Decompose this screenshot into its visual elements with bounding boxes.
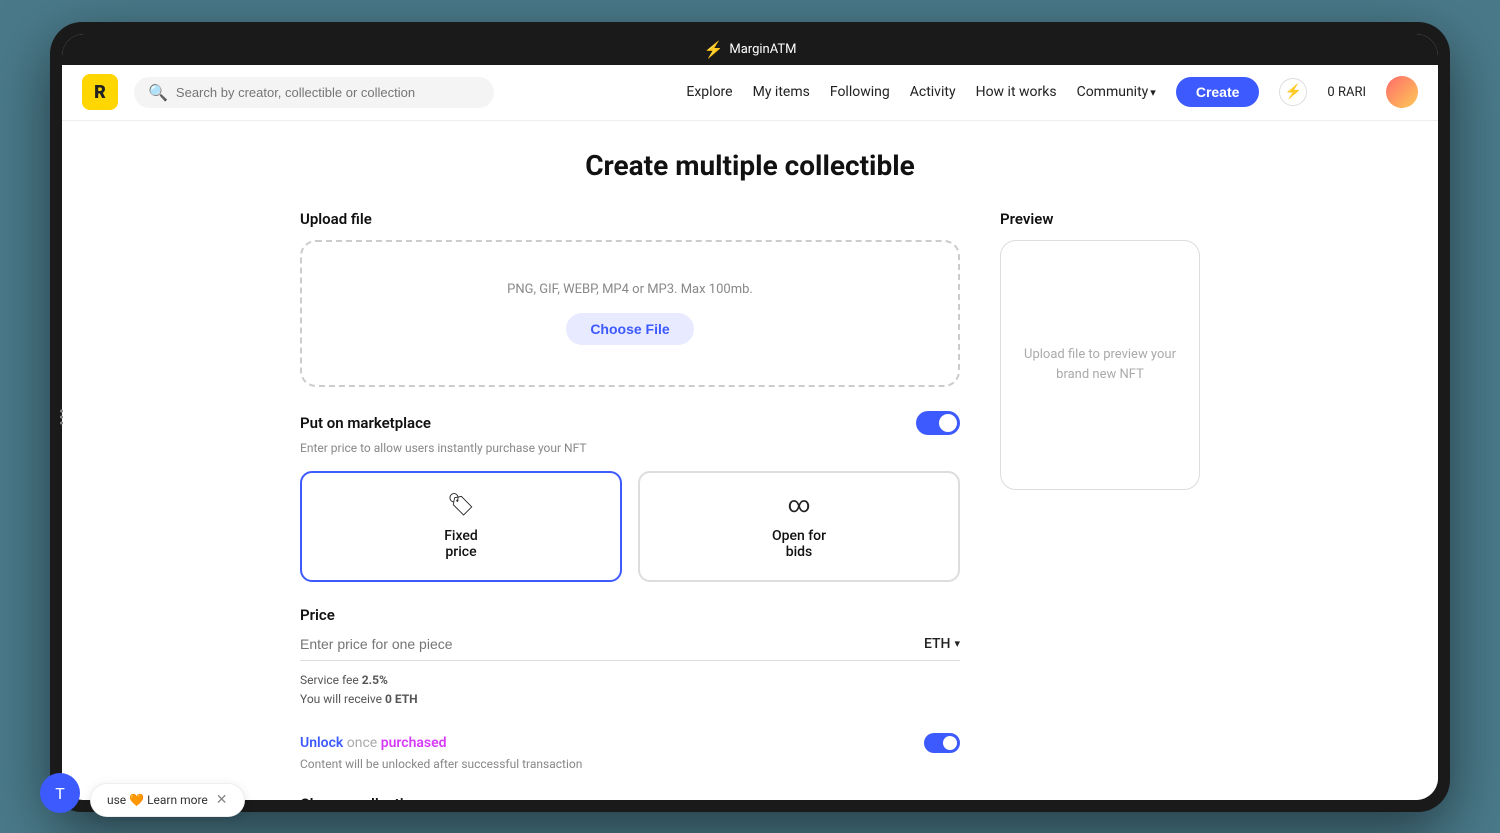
tag-icon: 🏷	[447, 493, 475, 518]
device-screen: ⚡ MarginATM R 🔍 Explore My items Followi…	[62, 34, 1438, 800]
toast-text: use 🧡 Learn more	[107, 793, 208, 807]
pricing-options: 🏷 Fixedprice ∞ Open forbids	[300, 471, 960, 582]
receive-value: 0 ETH	[385, 692, 418, 706]
topbar-logo-icon: ⚡	[703, 40, 723, 59]
nav-link-activity[interactable]: Activity	[910, 84, 956, 100]
nav-create-button[interactable]: Create	[1176, 77, 1260, 107]
open-bids-label: Open forbids	[772, 528, 826, 560]
preview-label: Preview	[1000, 210, 1200, 228]
purchased-word: purchased	[381, 735, 447, 751]
unlock-header: Unlock once purchased	[300, 733, 960, 753]
main-content: Create multiple collectible Upload file …	[62, 121, 1438, 800]
rari-balance: 0 RARI	[1327, 85, 1366, 100]
form-left: Upload file PNG, GIF, WEBP, MP4 or MP3. …	[300, 210, 960, 800]
marketplace-title: Put on marketplace	[300, 414, 431, 432]
nav-logo[interactable]: R	[82, 74, 118, 110]
toast-close-button[interactable]: ✕	[216, 792, 228, 808]
navbar: R 🔍 Explore My items Following Activity …	[62, 65, 1438, 121]
fixed-price-card[interactable]: 🏷 Fixedprice	[300, 471, 622, 582]
fixed-price-label: Fixedprice	[444, 528, 478, 560]
topbar-title: MarginATM	[729, 42, 796, 57]
preview-panel: Upload file to preview your brand new NF…	[1000, 240, 1200, 490]
form-right: Preview Upload file to preview your bran…	[1000, 210, 1200, 800]
scroll-dot-2	[60, 415, 63, 418]
bottom-toast: use 🧡 Learn more ✕	[90, 783, 245, 817]
collection-section: Choose collection + Create ERC-1155 R Ra…	[300, 795, 960, 800]
search-bar[interactable]: 🔍	[134, 77, 494, 108]
marketplace-toggle[interactable]	[916, 411, 960, 435]
nav-link-community[interactable]: Community	[1077, 84, 1156, 100]
search-icon: 🔍	[148, 83, 168, 102]
choose-file-button[interactable]: Choose File	[566, 313, 693, 345]
notification-button[interactable]: T	[40, 773, 80, 813]
marketplace-subtitle: Enter price to allow users instantly pur…	[300, 441, 960, 455]
unlock-section: Unlock once purchased Content will be un…	[300, 733, 960, 771]
upload-label: Upload file	[300, 210, 960, 228]
price-section: Price ETH Service fee 2.5% You will rece…	[300, 606, 960, 709]
price-input-row: ETH	[300, 636, 960, 661]
page-title: Create multiple collectible	[142, 149, 1358, 182]
open-bids-card[interactable]: ∞ Open forbids	[638, 471, 960, 582]
collection-label: Choose collection	[300, 795, 960, 800]
nav-links: Explore My items Following Activity How …	[686, 76, 1418, 108]
infinity-icon: ∞	[788, 493, 811, 518]
fee-info: Service fee 2.5% You will receive 0 ETH	[300, 671, 960, 709]
service-fee-value: 2.5%	[362, 673, 388, 687]
upload-section: Upload file PNG, GIF, WEBP, MP4 or MP3. …	[300, 210, 960, 387]
user-avatar[interactable]	[1386, 76, 1418, 108]
top-bar: ⚡ MarginATM	[62, 34, 1438, 65]
price-label: Price	[300, 606, 960, 624]
nav-link-explore[interactable]: Explore	[686, 84, 732, 100]
service-fee-label: Service fee	[300, 673, 359, 687]
nav-link-how-it-works[interactable]: How it works	[976, 84, 1057, 100]
form-layout: Upload file PNG, GIF, WEBP, MP4 or MP3. …	[300, 210, 1200, 800]
nav-link-following[interactable]: Following	[830, 84, 890, 100]
unlock-title: Unlock once purchased	[300, 735, 447, 751]
nav-link-my-items[interactable]: My items	[753, 84, 810, 100]
upload-area[interactable]: PNG, GIF, WEBP, MP4 or MP3. Max 100mb. C…	[300, 240, 960, 387]
once-word: once	[347, 735, 381, 751]
scroll-indicator	[60, 409, 63, 424]
scroll-dot-3	[60, 421, 63, 424]
unlock-toggle[interactable]	[924, 733, 960, 753]
unlock-word: Unlock	[300, 735, 343, 751]
price-input[interactable]	[300, 636, 924, 652]
upload-hint: PNG, GIF, WEBP, MP4 or MP3. Max 100mb.	[322, 282, 938, 297]
search-input[interactable]	[176, 85, 480, 100]
lightning-icon[interactable]: ⚡	[1279, 78, 1307, 106]
device-frame: ⚡ MarginATM R 🔍 Explore My items Followi…	[50, 22, 1450, 812]
currency-selector[interactable]: ETH	[924, 636, 960, 652]
marketplace-section: Put on marketplace Enter price to allow …	[300, 411, 960, 582]
unlock-subtitle: Content will be unlocked after successfu…	[300, 757, 960, 771]
preview-placeholder: Upload file to preview your brand new NF…	[1021, 345, 1179, 384]
marketplace-header: Put on marketplace	[300, 411, 960, 435]
receive-label: You will receive	[300, 692, 382, 706]
scroll-dot-1	[60, 409, 63, 412]
